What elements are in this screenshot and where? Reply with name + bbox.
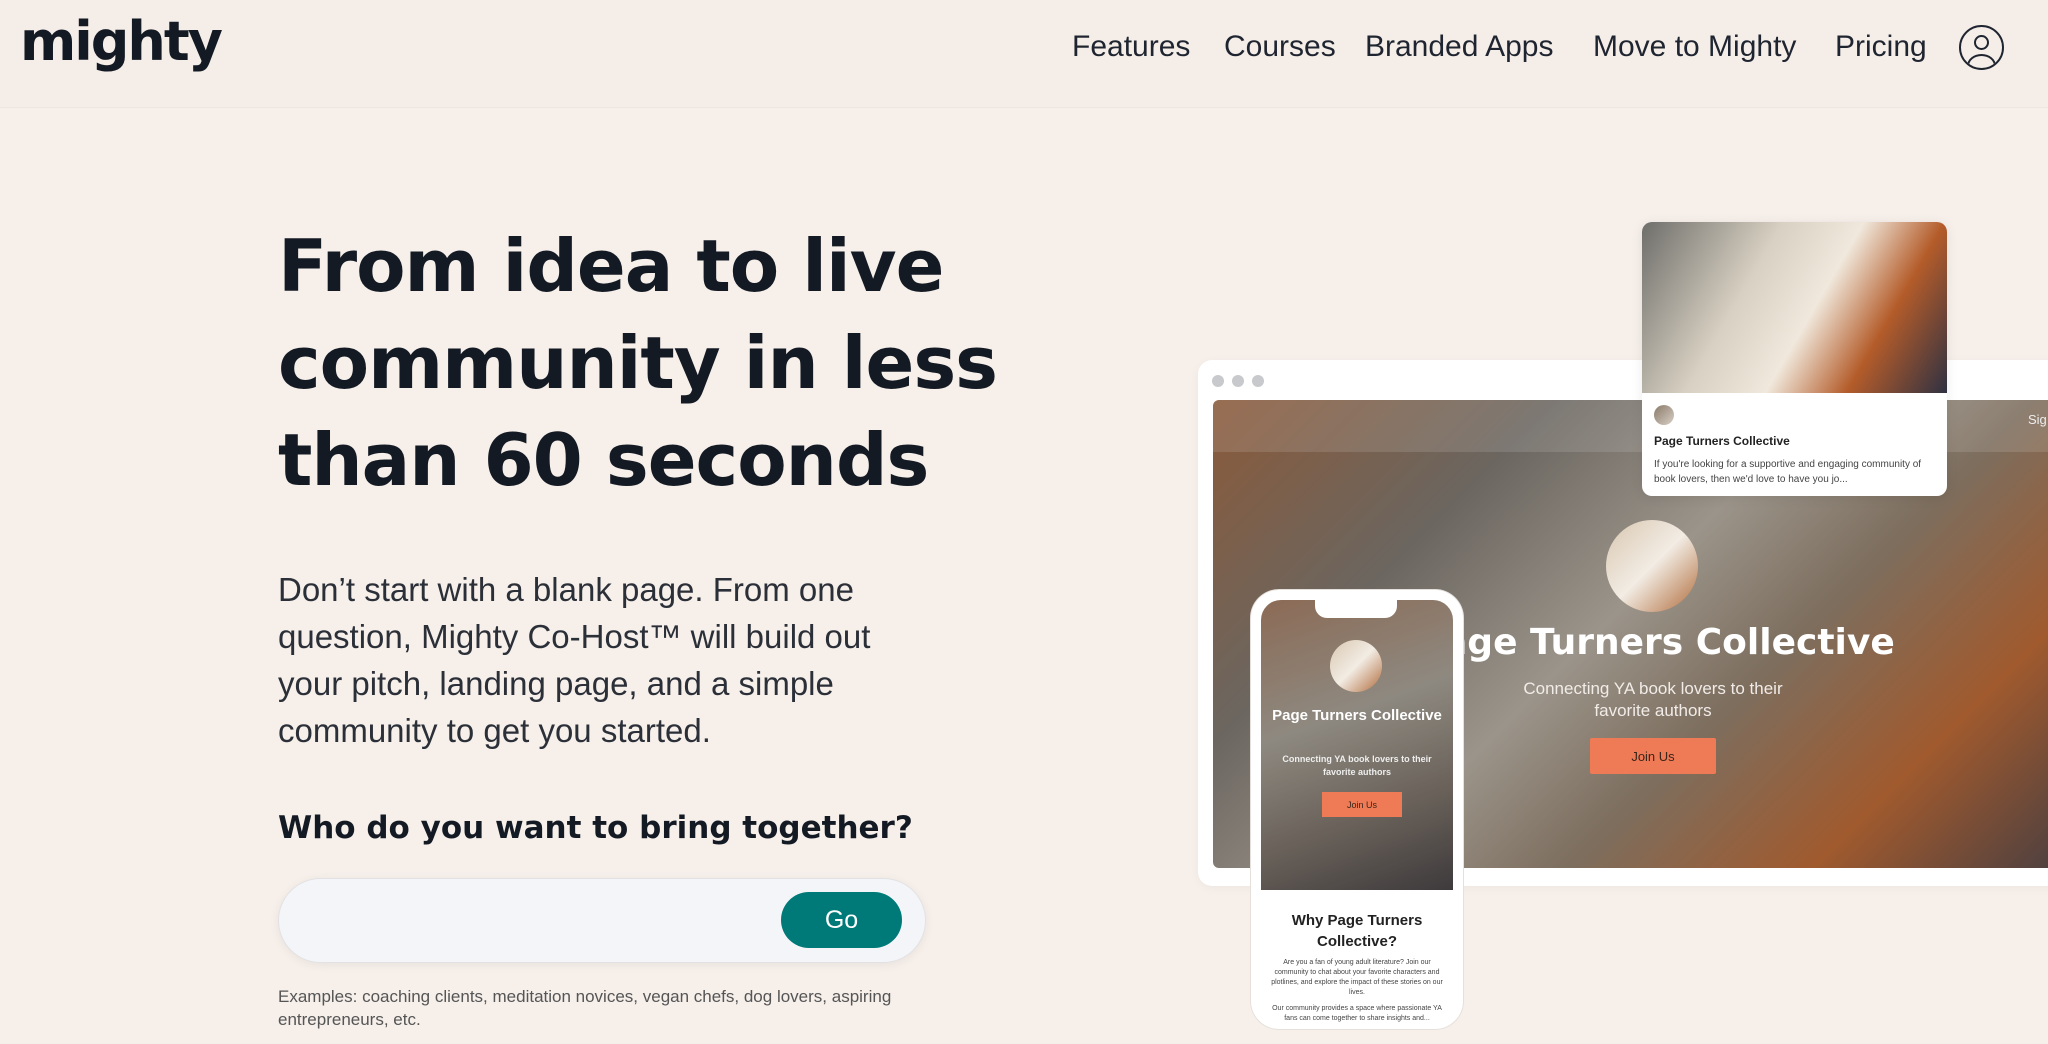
mobile-subtitle: Connecting YA book lovers to their favor…	[1282, 754, 1432, 777]
examples-text: Examples: coaching clients, meditation n…	[278, 987, 892, 1029]
site-header: mighty Features Courses Branded Apps Mov…	[0, 0, 2048, 108]
card-avatar	[1654, 405, 1674, 425]
mighty-logo[interactable]: mighty	[20, 10, 223, 73]
window-dot-icon	[1212, 375, 1224, 387]
phone-notch	[1315, 600, 1397, 618]
question-label: Who do you want to bring together?	[278, 810, 913, 846]
user-account-icon[interactable]	[1959, 25, 2004, 70]
page-title: From idea to live community in less than…	[278, 224, 998, 502]
community-avatar	[1606, 520, 1698, 612]
preview-subtitle: Connecting YA book lovers to their favor…	[1523, 679, 1783, 720]
preview-join-button: Join Us	[1590, 738, 1716, 774]
nav-features[interactable]: Features	[1072, 30, 1190, 64]
card-name: Page Turners Collective	[1654, 434, 1790, 448]
window-dot-icon	[1252, 375, 1264, 387]
mobile-hero-image: Page Turners Collective Connecting YA bo…	[1261, 600, 1453, 890]
window-dot-icon	[1232, 375, 1244, 387]
mobile-title: Page Turners Collective	[1272, 707, 1442, 724]
nav-branded-apps[interactable]: Branded Apps	[1365, 30, 1553, 64]
mobile-join-button: Join Us	[1322, 792, 1402, 817]
nav-courses[interactable]: Courses	[1224, 30, 1336, 64]
nav-move-to-mighty[interactable]: Move to Mighty	[1593, 30, 1796, 64]
community-search-form: Go	[278, 878, 926, 963]
mobile-why-text: Are you a fan of young adult literature?…	[1271, 959, 1443, 996]
mobile-why-text-2: Our community provides a space where pas…	[1272, 1005, 1442, 1022]
preview-title: age Turners Collective	[1443, 622, 1895, 663]
mobile-avatar	[1330, 640, 1382, 692]
nav-pricing[interactable]: Pricing	[1835, 30, 1927, 64]
hero-description: Don’t start with a blank page. From one …	[278, 571, 871, 749]
community-card-preview: Page Turners Collective If you're lookin…	[1642, 222, 1947, 496]
mobile-preview-mockup: Page Turners Collective Connecting YA bo…	[1251, 590, 1463, 1029]
card-image	[1642, 222, 1947, 393]
card-description: If you're looking for a supportive and e…	[1654, 459, 1922, 485]
preview-sign-in: Sig	[2028, 412, 2047, 427]
community-audience-input[interactable]	[309, 897, 769, 945]
go-button[interactable]: Go	[781, 892, 902, 948]
mobile-why-heading: Why Page Turners Collective?	[1291, 912, 1423, 950]
